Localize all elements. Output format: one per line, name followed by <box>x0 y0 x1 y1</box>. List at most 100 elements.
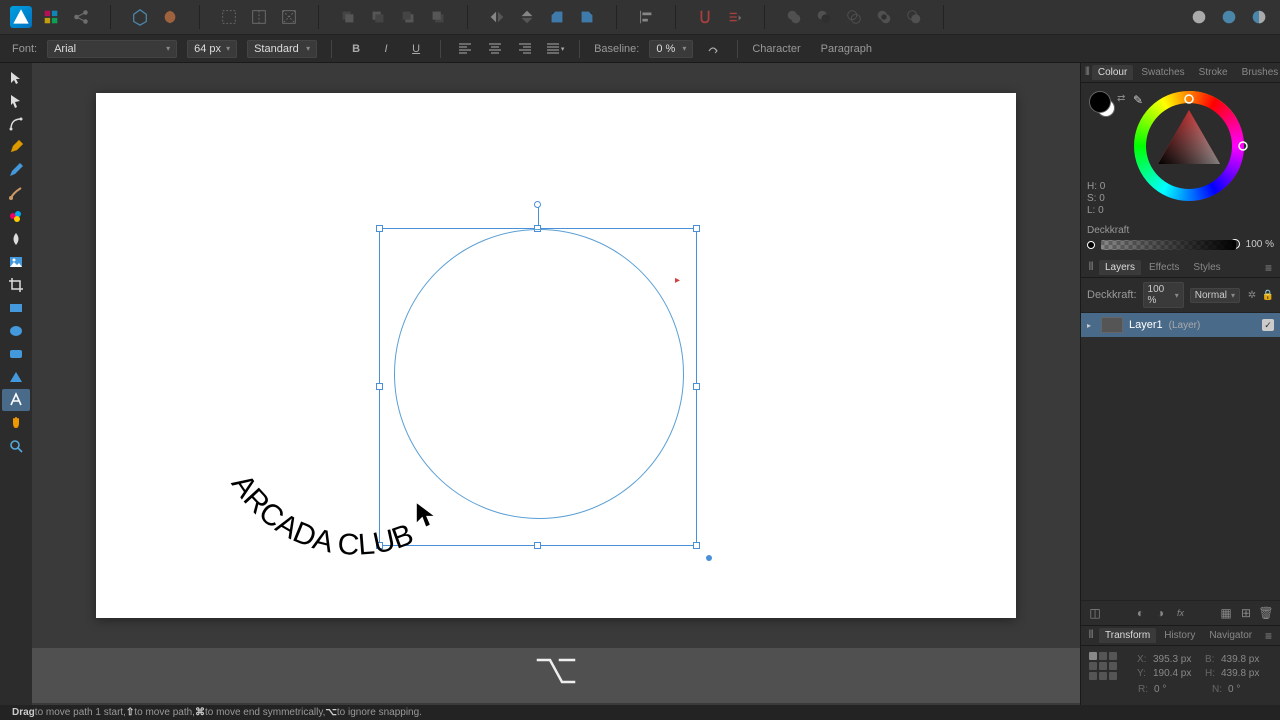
view-retina-icon[interactable] <box>1218 6 1240 28</box>
flip-horizontal-icon[interactable] <box>486 6 508 28</box>
tab-effects[interactable]: Effects <box>1143 260 1185 275</box>
order-forward-icon[interactable] <box>397 6 419 28</box>
resize-handle-bl[interactable] <box>376 542 383 549</box>
colour-wheel[interactable] <box>1129 86 1249 206</box>
add-layer-icon[interactable]: ⊞ <box>1238 605 1254 621</box>
tab-stroke[interactable]: Stroke <box>1193 65 1234 80</box>
resize-handle-tl[interactable] <box>376 225 383 232</box>
align-center-text-icon[interactable] <box>485 39 505 59</box>
text-path-circle[interactable]: ▸ <box>394 229 684 519</box>
triangle-tool-icon[interactable] <box>2 366 30 388</box>
place-image-tool-icon[interactable] <box>2 251 30 273</box>
bool-subtract-icon[interactable] <box>813 6 835 28</box>
bool-divide-icon[interactable] <box>903 6 925 28</box>
fx-icon[interactable]: fx <box>1173 605 1189 621</box>
align-right-text-icon[interactable] <box>515 39 535 59</box>
snap-midpoint-icon[interactable] <box>248 6 270 28</box>
add-pixel-layer-icon[interactable]: ▦ <box>1218 605 1234 621</box>
layer-name[interactable]: Layer1 <box>1129 319 1163 331</box>
font-style-field[interactable]: Standard <box>247 40 317 58</box>
layer-visible-checkbox[interactable]: ✓ <box>1262 319 1274 331</box>
artistic-text-tool-icon[interactable] <box>2 389 30 411</box>
collapse-layers-icon[interactable]: ⦀ <box>1085 261 1097 274</box>
transform-s-field[interactable]: 0 ° <box>1228 684 1272 695</box>
order-backward-icon[interactable] <box>367 6 389 28</box>
share-icon[interactable] <box>70 6 92 28</box>
character-panel-button[interactable]: Character <box>752 43 800 55</box>
crop-tool-icon[interactable] <box>2 274 30 296</box>
layers-menu-icon[interactable]: ≡ <box>1261 261 1276 275</box>
rotate-ccw-icon[interactable] <box>546 6 568 28</box>
bool-xor-icon[interactable] <box>873 6 895 28</box>
reverse-path-icon[interactable] <box>703 39 723 59</box>
resize-handle-tr[interactable] <box>693 225 700 232</box>
assets-icon[interactable] <box>129 6 151 28</box>
zoom-tool-icon[interactable] <box>2 435 30 457</box>
font-size-field[interactable]: 64 px <box>187 40 237 58</box>
delete-layer-icon[interactable]: 🗑 <box>1258 605 1274 621</box>
layer-list[interactable]: ▸ Layer1 (Layer) ✓ <box>1081 313 1280 600</box>
ellipse-tool-icon[interactable] <box>2 320 30 342</box>
bool-intersect-icon[interactable] <box>843 6 865 28</box>
collapse-transform-icon[interactable]: ⦀ <box>1085 629 1097 642</box>
resize-handle-ml[interactable] <box>376 383 383 390</box>
rounded-rect-tool-icon[interactable] <box>2 343 30 365</box>
rotation-handle[interactable] <box>534 201 541 208</box>
rotate-cw-icon[interactable] <box>576 6 598 28</box>
tab-swatches[interactable]: Swatches <box>1135 65 1190 80</box>
transform-y-field[interactable]: 190.4 px <box>1153 668 1197 679</box>
brush-tool-icon[interactable] <box>2 182 30 204</box>
skew-handle[interactable] <box>706 555 712 561</box>
transparency-tool-icon[interactable] <box>2 228 30 250</box>
order-front-icon[interactable] <box>427 6 449 28</box>
bold-button[interactable]: B <box>346 39 366 59</box>
canvas-area[interactable]: ▸ ARCADA CLUB <box>32 63 1080 705</box>
opacity-slider[interactable] <box>1101 240 1236 250</box>
path-end-marker[interactable]: ▸ <box>675 275 685 281</box>
paragraph-panel-button[interactable]: Paragraph <box>821 43 872 55</box>
rectangle-tool-icon[interactable] <box>2 297 30 319</box>
snap-edges-icon[interactable] <box>218 6 240 28</box>
swap-colour-icon[interactable]: ⇄ <box>1117 93 1125 104</box>
italic-button[interactable]: I <box>376 39 396 59</box>
edit-all-layers-icon[interactable]: ◫ <box>1087 605 1103 621</box>
selection-bounds[interactable]: ▸ <box>379 228 697 546</box>
flip-vertical-icon[interactable] <box>516 6 538 28</box>
corner-tool-icon[interactable] <box>2 113 30 135</box>
layer-lock-icon[interactable]: 🔒 <box>1262 289 1274 301</box>
anchor-selector[interactable] <box>1089 652 1117 680</box>
pencil-tool-icon[interactable] <box>2 159 30 181</box>
align-left-icon[interactable] <box>635 6 657 28</box>
tab-history[interactable]: History <box>1158 628 1201 643</box>
view-pixel-icon[interactable] <box>1188 6 1210 28</box>
pen-tool-icon[interactable] <box>2 136 30 158</box>
fill-tool-icon[interactable] <box>2 205 30 227</box>
bool-add-icon[interactable] <box>783 6 805 28</box>
layer-opacity-field[interactable]: 100 % <box>1143 282 1184 308</box>
tab-navigator[interactable]: Navigator <box>1203 628 1258 643</box>
move-tool-icon[interactable] <box>2 67 30 89</box>
adjustment-icon[interactable]: ◑ <box>1153 605 1169 621</box>
layer-cog-icon[interactable]: ✲ <box>1246 289 1258 301</box>
underline-button[interactable]: U <box>406 39 426 59</box>
expand-layer-icon[interactable]: ▸ <box>1087 321 1095 330</box>
artboard[interactable]: ▸ ARCADA CLUB <box>96 93 1016 618</box>
opacity-value[interactable]: 100 % <box>1242 239 1274 250</box>
transform-w-field[interactable]: 439.8 px <box>1221 654 1265 665</box>
view-outline-icon[interactable] <box>1248 6 1270 28</box>
tab-layers[interactable]: Layers <box>1099 260 1141 275</box>
transform-r-field[interactable]: 0 ° <box>1154 684 1198 695</box>
layer-row[interactable]: ▸ Layer1 (Layer) ✓ <box>1081 313 1280 337</box>
transform-x-field[interactable]: 395.3 px <box>1153 654 1197 665</box>
tab-colour[interactable]: Colour <box>1092 65 1133 80</box>
pan-tool-icon[interactable] <box>2 412 30 434</box>
persona-icon[interactable] <box>40 6 62 28</box>
tab-styles[interactable]: Styles <box>1187 260 1226 275</box>
symbols-icon[interactable] <box>159 6 181 28</box>
blend-mode-field[interactable]: Normal <box>1190 288 1240 303</box>
order-back-icon[interactable] <box>337 6 359 28</box>
align-justify-text-icon[interactable]: ▾ <box>545 39 565 59</box>
mask-layer-icon[interactable]: ◐ <box>1133 605 1149 621</box>
transform-menu-icon[interactable]: ≡ <box>1261 629 1276 643</box>
collapse-colour-icon[interactable]: ⦀ <box>1085 66 1090 79</box>
